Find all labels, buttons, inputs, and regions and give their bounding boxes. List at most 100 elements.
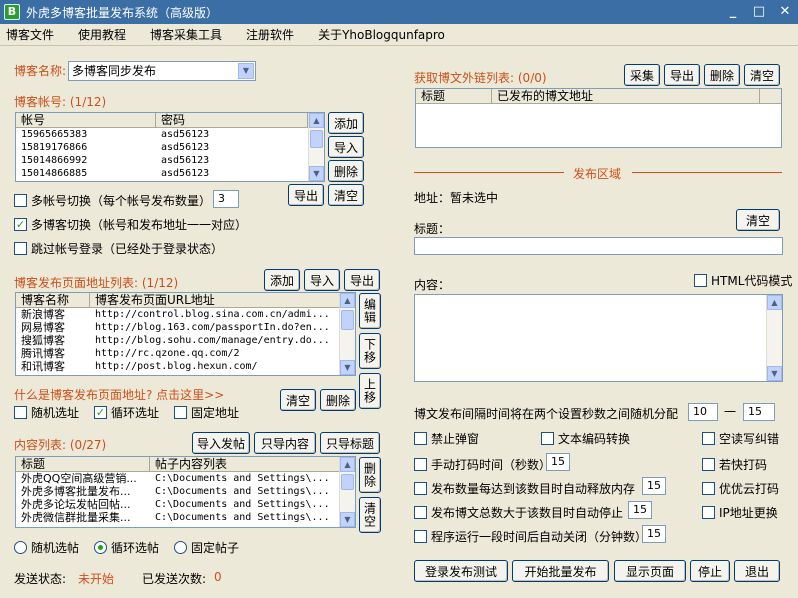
menu-collect-tool[interactable]: 博客采集工具 [144, 26, 228, 43]
import-post-button[interactable]: 导入发帖 [192, 432, 250, 454]
content-loop-radio[interactable]: 循环选帖 [94, 539, 159, 556]
accounts-list[interactable]: 帐号 密码 15965665383 asd56123 15819176866 asd… [15, 112, 325, 182]
pages-move-down-button[interactable]: 下移 [359, 333, 381, 369]
no-popup-checkbox[interactable]: 禁止弹窗 [414, 430, 479, 447]
table-row[interactable]: 15014866885 asd56123 [16, 167, 324, 180]
start-publish-button[interactable]: 开始批量发布 [512, 560, 609, 582]
text-encoding-checkbox[interactable]: 文本编码转换 [541, 430, 630, 447]
table-row[interactable]: 外虎多博客批量发布... C:\Documents and Settings\..… [16, 485, 355, 498]
scroll-up-icon[interactable]: ▲ [340, 293, 355, 308]
content-random-radio[interactable]: 随机选帖 [14, 539, 79, 556]
empty-read-checkbox[interactable]: 空读写纠错 [702, 430, 779, 447]
import-content-button[interactable]: 只导内容 [254, 432, 316, 454]
release-memory-checkbox[interactable]: 发布数量每达到该数目时自动释放内存 [414, 480, 635, 497]
links-collect-button[interactable]: 采集 [624, 64, 660, 86]
menu-tutorial[interactable]: 使用教程 [72, 26, 132, 43]
table-row[interactable]: 15014866992 asd56123 [16, 154, 324, 167]
scroll-down-icon[interactable]: ▼ [340, 360, 355, 375]
table-row[interactable]: 外虎多论坛发帖回帖... C:\Documents and Settings\..… [16, 498, 355, 511]
scroll-down-icon[interactable]: ▼ [309, 166, 324, 181]
chevron-down-icon: ▼ [238, 63, 254, 79]
skip-login-checkbox[interactable]: 跳过帐号登录（已经处于登录状态） [14, 240, 223, 257]
manual-typing-checkbox[interactable]: 手动打码时间（秒数） [414, 456, 551, 473]
scroll-down-icon[interactable]: ▼ [767, 366, 782, 381]
exit-button[interactable]: 退出 [734, 560, 780, 582]
pages-scrollbar[interactable]: ▲ ▼ [339, 293, 355, 375]
pages-random-checkbox[interactable]: 随机选址 [14, 404, 79, 421]
content-list[interactable]: 标题 帖子内容列表 外虎QQ空间高级营销... C:\Documents and … [15, 456, 356, 528]
pages-clear-button[interactable]: 清空 [280, 389, 316, 411]
table-row[interactable]: 腾讯博客 http://rc.qzone.qq.com/2 [16, 347, 355, 360]
html-mode-checkbox[interactable]: HTML代码模式 [694, 272, 792, 289]
accounts-col-password: 密码 [156, 113, 308, 127]
table-row[interactable]: 外虎微信群批量采集... C:\Documents and Settings\..… [16, 511, 355, 524]
links-col-url: 已发布的博文地址 [492, 89, 760, 103]
multi-account-count-input[interactable]: 3 [213, 190, 239, 208]
scroll-up-icon[interactable]: ▲ [340, 457, 355, 472]
pages-loop-checkbox[interactable]: ✓ 循环选址 [94, 404, 159, 421]
accounts-clear-button[interactable]: 清空 [328, 184, 364, 206]
links-clear-button[interactable]: 清空 [744, 64, 780, 86]
auto-stop-input[interactable]: 15 [628, 501, 652, 519]
show-page-button[interactable]: 显示页面 [614, 560, 686, 582]
links-list[interactable]: 标题 已发布的博文地址 [415, 88, 782, 148]
table-row[interactable]: 和讯博客 http://post.blog.hexun.com/ [16, 360, 355, 373]
ruokuai-checkbox[interactable]: 若快打码 [702, 456, 767, 473]
scroll-up-icon[interactable]: ▲ [309, 113, 324, 128]
manual-typing-input[interactable]: 15 [546, 453, 570, 471]
auto-stop-checkbox[interactable]: 发布博文总数大于该数目时自动停止 [414, 504, 623, 521]
pages-import-button[interactable]: 导入 [304, 269, 340, 291]
youyou-checkbox[interactable]: 优优云打码 [702, 480, 779, 497]
accounts-delete-button[interactable]: 删除 [328, 160, 364, 182]
table-row[interactable]: 新浪博客 http://control.blog.sina.com.cn/admi… [16, 308, 355, 321]
table-row[interactable]: 搜狐博客 http://blog.sohu.com/manage/entry.do… [16, 334, 355, 347]
content-textarea[interactable]: ▲ ▼ [414, 294, 783, 382]
content-clear-button[interactable]: 清空 [359, 497, 381, 533]
interval-min-input[interactable]: 10 [688, 403, 718, 421]
multi-account-switch-checkbox[interactable]: 多帐号切换（每个帐号发布数量） [14, 192, 211, 209]
pages-move-up-button[interactable]: 上移 [359, 373, 381, 409]
auto-close-input[interactable]: 15 [642, 525, 666, 543]
links-delete-button[interactable]: 删除 [704, 64, 740, 86]
stop-button[interactable]: 停止 [690, 560, 730, 582]
minimize-button[interactable]: _ [720, 0, 746, 24]
accounts-scrollbar[interactable]: ▲ ▼ [308, 113, 324, 181]
pages-help-link[interactable]: 什么是博客发布页面地址? 点击这里>> [14, 386, 224, 403]
title-clear-button[interactable]: 清空 [736, 209, 780, 231]
table-row[interactable]: 15965665383 asd56123 [16, 128, 324, 141]
table-row[interactable]: 15819176866 asd56123 [16, 141, 324, 154]
login-test-button[interactable]: 登录发布测试 [414, 560, 508, 582]
accounts-import-button[interactable]: 导入 [328, 136, 364, 158]
blog-name-select[interactable]: 多博客同步发布 ▼ [68, 61, 256, 81]
auto-close-checkbox[interactable]: 程序运行一段时间后自动关闭（分钟数） [414, 528, 647, 545]
pages-export-button[interactable]: 导出 [344, 269, 380, 291]
links-export-button[interactable]: 导出 [664, 64, 700, 86]
table-row[interactable]: 外虎QQ空间高级营销... C:\Documents and Settings\.… [16, 472, 355, 485]
maximize-button[interactable]: □ [746, 0, 772, 24]
interval-max-input[interactable]: 15 [743, 403, 775, 421]
multi-blog-switch-checkbox[interactable]: ✓ 多博客切换（帐号和发布地址一一对应） [14, 216, 247, 233]
pages-add-button[interactable]: 添加 [264, 269, 300, 291]
scroll-down-icon[interactable]: ▼ [340, 512, 355, 527]
ip-change-checkbox[interactable]: IP地址更换 [702, 504, 778, 521]
pages-fixed-checkbox[interactable]: 固定地址 [174, 404, 239, 421]
content-delete-button[interactable]: 删除 [359, 457, 381, 493]
content-textarea-scrollbar[interactable]: ▲ ▼ [766, 295, 782, 381]
accounts-add-button[interactable]: 添加 [328, 112, 364, 134]
pages-list[interactable]: 博客名称 博客发布页面URL地址 新浪博客 http://control.blog… [15, 292, 356, 376]
content-scrollbar[interactable]: ▲ ▼ [339, 457, 355, 527]
table-row[interactable]: 网易博客 http://blog.163.com/passportIn.do?en… [16, 321, 355, 334]
menu-blog-file[interactable]: 博客文件 [0, 26, 60, 43]
pages-delete-button[interactable]: 删除 [320, 389, 356, 411]
content-fixed-radio[interactable]: 固定帖子 [174, 539, 239, 556]
title-input[interactable] [414, 237, 783, 255]
accounts-export-button[interactable]: 导出 [288, 184, 324, 206]
menu-about[interactable]: 关于YhoBlogqunfapro [312, 26, 451, 43]
menu-register[interactable]: 注册软件 [240, 26, 300, 43]
release-memory-input[interactable]: 15 [642, 477, 666, 495]
import-title-button[interactable]: 只导标题 [320, 432, 380, 454]
pages-edit-button[interactable]: 编辑 [359, 293, 381, 329]
sent-count-value: 0 [214, 570, 222, 584]
close-button[interactable]: ✕ [772, 0, 798, 24]
scroll-up-icon[interactable]: ▲ [767, 295, 782, 310]
